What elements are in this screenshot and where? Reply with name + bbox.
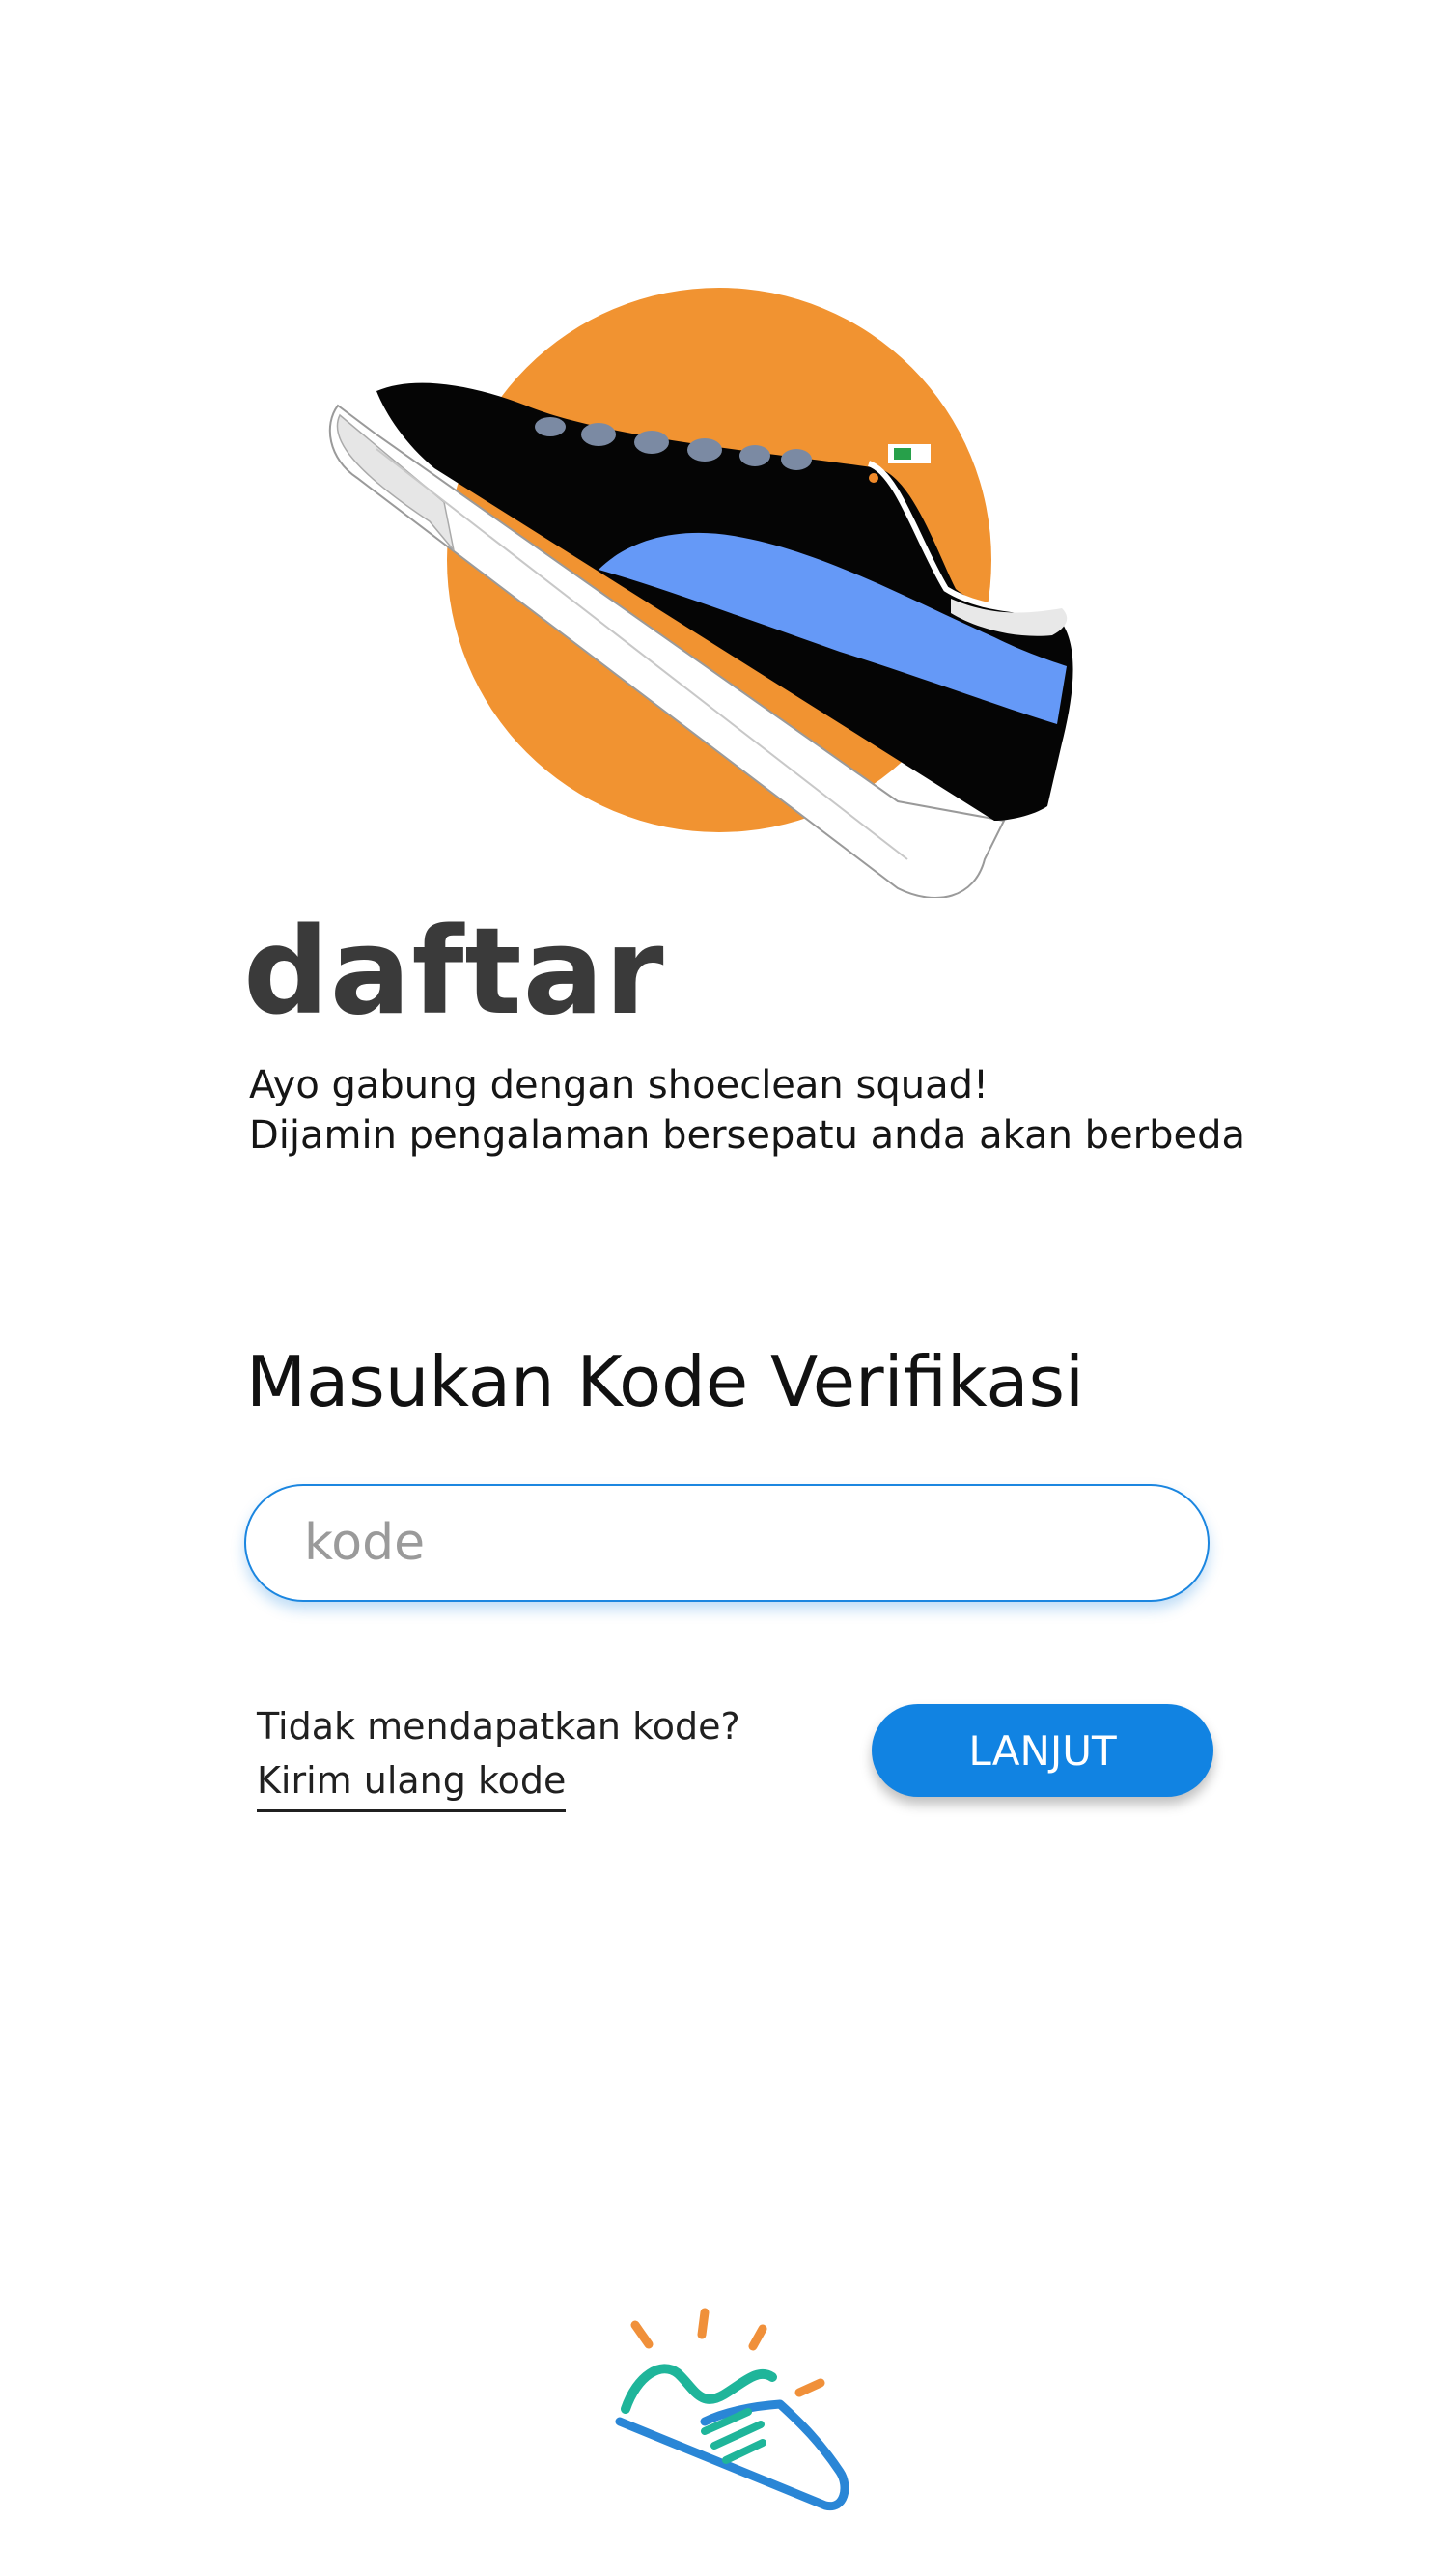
app-logo — [608, 2308, 849, 2525]
next-button[interactable]: LANJUT — [872, 1704, 1213, 1797]
page-subtitle: Ayo gabung dengan shoeclean squad! Dijam… — [249, 1060, 1245, 1161]
resend-prompt: Tidak mendapatkan kode? — [257, 1705, 740, 1748]
hero-illustration — [319, 280, 1168, 898]
verification-code-input[interactable] — [244, 1484, 1210, 1602]
shoeclean-logo-icon — [615, 2308, 849, 2511]
resend-code-section: Tidak mendapatkan kode? Kirim ulang kode — [257, 1699, 740, 1812]
page-title: daftar — [243, 903, 665, 1042]
sneaker-illustration — [328, 288, 1073, 898]
subtitle-line-2: Dijamin pengalaman bersepatu anda akan b… — [249, 1113, 1246, 1158]
resend-code-link[interactable]: Kirim ulang kode — [257, 1753, 567, 1812]
verification-heading: Masukan Kode Verifikasi — [246, 1341, 1085, 1422]
subtitle-line-1: Ayo gabung dengan shoeclean squad! — [249, 1063, 989, 1107]
